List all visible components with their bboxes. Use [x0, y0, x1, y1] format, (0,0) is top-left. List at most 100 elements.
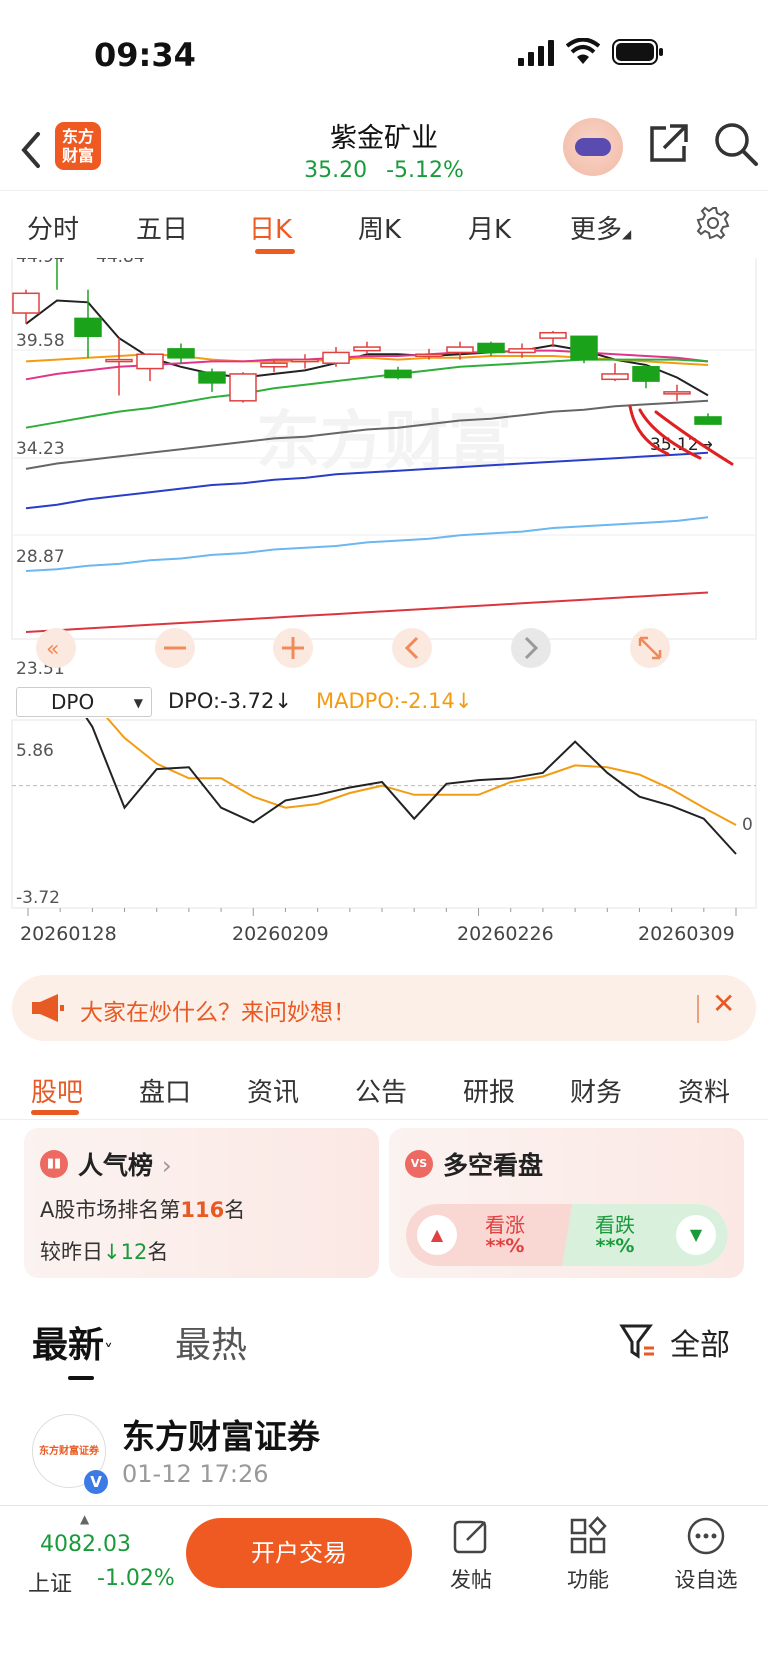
banner-text: 大家在炒什么？来问妙想！	[80, 1000, 356, 1026]
feed-tab-latest[interactable]: 最新˅	[32, 1316, 113, 1368]
feed-filter-all[interactable]: 全部	[670, 1320, 730, 1364]
candle-body	[477, 342, 505, 354]
content-tabs: 股吧 盘口 资讯 公告 研报 财务 资料	[0, 1062, 768, 1120]
candle-body	[105, 358, 133, 363]
dpo-series-line	[105, 718, 737, 826]
post-button-label: 发帖	[450, 1568, 492, 1592]
rank-suffix: 名	[224, 1198, 246, 1222]
tab-monthly-k[interactable]: 月K	[468, 209, 511, 246]
date-label-3: 20260226	[457, 923, 554, 945]
date-label-4: 20260309	[638, 923, 735, 945]
popularity-rank: A股市场排名第116名	[40, 1194, 245, 1224]
tab-pankou[interactable]: 盘口	[139, 1072, 191, 1109]
banner-close-button[interactable]: ✕	[712, 987, 735, 1020]
index-name: 上证	[28, 1572, 73, 1597]
active-tab-indicator	[255, 249, 295, 254]
post-time: 01-12 17:26	[122, 1460, 269, 1488]
popularity-title-text: 人气榜	[78, 1151, 154, 1180]
feed-tab-indicator	[68, 1376, 94, 1380]
post-button[interactable]: 发帖	[431, 1516, 511, 1594]
vote-down-button[interactable]: 看跌 **% ▼	[562, 1204, 728, 1266]
candle-body	[291, 358, 319, 363]
ask-banner[interactable]: 大家在炒什么？来问妙想！ ✕	[12, 975, 756, 1041]
y-label-39-58: 39.58	[16, 331, 65, 351]
next-button[interactable]	[511, 628, 551, 668]
popularity-card[interactable]: ▮▮ 人气榜 › A股市场排名第116名 较昨日↓12名	[24, 1128, 379, 1278]
triangle-up-icon: ▲	[417, 1215, 457, 1255]
tab-more-label: 更多	[570, 215, 623, 245]
dpo-chart[interactable]: 5.86 0 -3.72 20260128 20260209 20260226 …	[0, 718, 768, 968]
chart-toolbar: «	[36, 628, 670, 668]
tab-news[interactable]: 资讯	[247, 1072, 299, 1109]
compose-icon	[453, 1520, 487, 1554]
y-label-34-23: 34.23	[16, 439, 65, 459]
add-favorite-button[interactable]: 设自选	[666, 1516, 746, 1594]
dpo-frame	[11, 719, 757, 909]
settings-gear-icon[interactable]	[695, 205, 731, 241]
prev-button[interactable]	[392, 628, 432, 668]
zoom-out-button[interactable]	[155, 628, 195, 668]
candle-body	[136, 353, 164, 370]
add-favorite-label: 设自选	[674, 1568, 738, 1592]
candle	[167, 343, 195, 364]
dpo-y-bottom: -3.72	[16, 888, 60, 908]
date-label-2: 20260209	[232, 923, 329, 945]
change-prefix: 较昨日	[40, 1240, 103, 1264]
indicator-select[interactable]: DPO ▼	[16, 687, 152, 717]
tab-intraday[interactable]: 分时	[27, 209, 79, 246]
tab-finance[interactable]: 财务	[570, 1072, 622, 1109]
tab-five-day[interactable]: 五日	[136, 209, 188, 246]
index-value[interactable]: 4082.03	[40, 1532, 131, 1557]
ai-assistant-icon[interactable]	[563, 118, 623, 176]
candle	[74, 289, 102, 358]
share-icon[interactable]	[646, 122, 690, 166]
fast-back-button[interactable]: «	[36, 628, 76, 668]
candlesticks	[12, 258, 722, 425]
dpo-y-zero: 0	[742, 815, 753, 835]
period-tabs: 分时 五日 日K 周K 月K 更多◢	[0, 190, 768, 260]
post-author[interactable]: 东方财富证券	[122, 1410, 320, 1458]
tab-guba[interactable]: 股吧	[31, 1072, 83, 1109]
verified-badge-icon: V	[84, 1470, 108, 1494]
caret-up-icon[interactable]: ▲	[80, 1512, 89, 1526]
filter-icon[interactable]	[618, 1320, 658, 1360]
candle	[570, 335, 598, 364]
dropdown-arrow-icon: ▼	[133, 696, 143, 710]
candle	[12, 289, 40, 324]
feed-tabs: 最新˅ 最热 全部	[0, 1310, 768, 1380]
tab-daily-k[interactable]: 日K	[249, 209, 292, 246]
candle-body	[570, 335, 598, 361]
candle-body	[415, 353, 443, 357]
functions-button[interactable]: 功能	[548, 1516, 628, 1594]
megaphone-icon	[32, 994, 64, 1022]
tab-research[interactable]: 研报	[463, 1072, 515, 1109]
active-subtab-indicator	[31, 1110, 79, 1115]
candle	[291, 354, 319, 369]
index-change: -1.02%	[97, 1566, 175, 1591]
open-account-trade-button[interactable]: 开户交易	[186, 1518, 412, 1588]
tab-profile[interactable]: 资料	[678, 1072, 730, 1109]
feed-tab-hot[interactable]: 最热	[175, 1316, 247, 1368]
rank-value: 116	[180, 1198, 225, 1222]
candle	[198, 368, 226, 392]
search-icon[interactable]	[712, 120, 760, 168]
vote-up-button[interactable]: ▲ 看涨 **%	[406, 1204, 572, 1266]
fullscreen-button[interactable]	[630, 628, 670, 668]
zoom-in-button[interactable]	[273, 628, 313, 668]
vote-up-label: 看涨	[485, 1213, 525, 1237]
candle	[663, 384, 691, 401]
tab-more[interactable]: 更多◢	[570, 209, 631, 246]
change-value: 12	[120, 1240, 148, 1264]
tab-more-caret: ◢	[622, 227, 632, 241]
indicator-row: DPO ▼ DPO:-3.72↓ MADPO:-2.14↓	[0, 683, 768, 719]
candle	[384, 366, 412, 380]
ma-line	[25, 516, 709, 572]
chevron-down-icon: ˅	[104, 1341, 114, 1362]
tab-announcements[interactable]: 公告	[355, 1072, 407, 1109]
dpo-value: DPO:-3.72↓	[168, 689, 293, 713]
candle-body	[632, 366, 660, 382]
post-item[interactable]: 东方财富证券 V 东方财富证券 01-12 17:26	[0, 1400, 768, 1510]
kline-chart[interactable]: 东方财富 44.94 44.84 39.58 34.23 28.87 23.51…	[0, 258, 768, 683]
banner-divider	[697, 995, 699, 1023]
tab-weekly-k[interactable]: 周K	[358, 209, 401, 246]
